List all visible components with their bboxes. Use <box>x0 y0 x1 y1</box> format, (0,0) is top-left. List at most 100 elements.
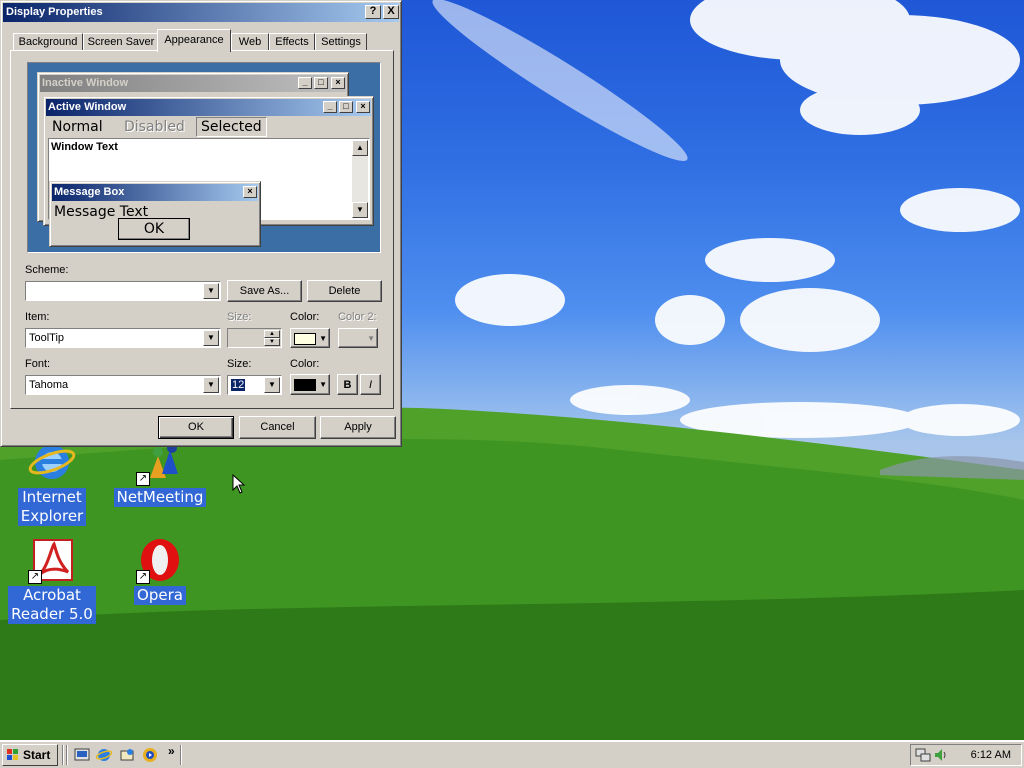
font-size-label: Size: <box>227 358 252 370</box>
font-size-dropdown[interactable]: 12 ▼ <box>227 375 282 395</box>
italic-button[interactable]: I <box>360 374 381 395</box>
font-color-label: Color: <box>290 358 320 370</box>
start-label: Start <box>23 748 51 762</box>
start-button[interactable]: Start <box>2 744 58 766</box>
appearance-preview[interactable]: Inactive Window _ □ × Active Window _ □ … <box>27 62 381 253</box>
preview-active-title: Active Window _ □ × <box>46 99 371 116</box>
dropdown-arrow-icon: ▼ <box>319 334 327 343</box>
item-color-swatch <box>294 333 316 345</box>
preview-inactive-title-text: Inactive Window <box>42 77 129 89</box>
window-title: Display Properties <box>6 6 103 18</box>
preview-message-title-text: Message Box <box>54 186 125 198</box>
font-value: Tahoma <box>29 379 69 391</box>
dropdown-arrow-icon: ▼ <box>264 377 280 393</box>
preview-message-box: Message Box × Message Text OK <box>49 181 261 247</box>
display-properties-window: Display Properties ? X Background Screen… <box>0 0 402 447</box>
desktop-icon-acrobat-reader[interactable]: ↗ Acrobat Reader 5.0 <box>4 536 100 624</box>
shortcut-arrow-icon: ↗ <box>28 570 42 584</box>
desktop-icon-label: Acrobat Reader 5.0 <box>8 586 96 624</box>
desktop-icon-opera[interactable]: ↗ Opera <box>112 536 208 605</box>
tab-background[interactable]: Background <box>13 33 83 51</box>
preview-ok-button: OK <box>118 218 190 240</box>
dropdown-arrow-icon: ▼ <box>319 380 327 389</box>
save-as-button[interactable]: Save As... <box>227 280 302 302</box>
volume-icon[interactable] <box>933 747 949 763</box>
tab-appearance[interactable]: Appearance <box>157 29 231 52</box>
show-desktop-icon[interactable] <box>74 747 90 763</box>
preview-menu-selected: Selected <box>196 117 267 137</box>
minimize-icon: _ <box>323 101 337 113</box>
acrobat-reader-icon: ↗ <box>28 536 76 584</box>
dropdown-arrow-icon: ▼ <box>203 283 219 299</box>
font-color-button[interactable]: ▼ <box>290 374 330 395</box>
scheme-dropdown[interactable]: ▼ <box>25 281 221 301</box>
item-value: ToolTip <box>29 332 65 344</box>
minimize-icon: _ <box>298 77 312 89</box>
item-color-button[interactable]: ▼ <box>290 328 330 348</box>
scroll-up-icon: ▲ <box>352 140 368 156</box>
help-button[interactable]: ? <box>365 5 381 19</box>
font-label: Font: <box>25 358 51 370</box>
bold-button[interactable]: B <box>337 374 358 395</box>
font-dropdown[interactable]: Tahoma ▼ <box>25 375 221 395</box>
cancel-button[interactable]: Cancel <box>239 416 316 439</box>
desktop-icon-label: NetMeeting <box>113 488 207 507</box>
close-icon: × <box>356 101 370 113</box>
preview-inactive-title: Inactive Window _ □ × <box>40 75 346 92</box>
media-player-icon[interactable] <box>142 747 158 763</box>
preview-menu-disabled: Disabled <box>124 119 185 135</box>
close-icon: × <box>243 186 257 198</box>
delete-button[interactable]: Delete <box>307 280 382 302</box>
item-dropdown[interactable]: ToolTip ▼ <box>25 328 221 348</box>
tab-screen-saver[interactable]: Screen Saver <box>83 33 159 51</box>
spin-down-icon: ▼ <box>264 338 280 346</box>
font-color-swatch <box>294 379 316 391</box>
desktop-icon-label: Opera <box>134 586 186 605</box>
taskbar-separator <box>62 745 64 765</box>
scheme-label: Scheme: <box>25 264 69 276</box>
shortcut-arrow-icon: ↗ <box>136 472 150 486</box>
maximize-icon: □ <box>339 101 353 113</box>
mouse-pointer-icon <box>232 474 246 494</box>
windows-logo-icon <box>7 749 18 760</box>
font-size-value: 12 <box>231 379 246 391</box>
item-color2-label: Color 2: <box>338 311 377 323</box>
desktop-icon-label: Internet Explorer <box>17 488 87 526</box>
appearance-panel: Inactive Window _ □ × Active Window _ □ … <box>10 50 394 409</box>
window-titlebar[interactable]: Display Properties ? X <box>3 3 399 22</box>
scroll-down-icon: ▼ <box>352 202 368 218</box>
tab-effects[interactable]: Effects <box>269 33 315 51</box>
outlook-express-icon[interactable] <box>119 747 135 763</box>
apply-button[interactable]: Apply <box>320 416 396 439</box>
taskbar-separator <box>66 745 68 765</box>
tab-web[interactable]: Web <box>231 33 269 51</box>
taskbar-separator <box>180 745 182 765</box>
spin-up-icon: ▲ <box>264 330 280 338</box>
opera-icon: ↗ <box>136 536 184 584</box>
item-size-label: Size: <box>227 311 252 323</box>
close-button[interactable]: X <box>383 5 399 19</box>
close-icon: × <box>331 77 345 89</box>
dropdown-arrow-icon: ▼ <box>203 330 219 346</box>
item-color2-button[interactable]: ▼ <box>338 328 378 348</box>
preview-menu-normal: Normal <box>52 119 103 135</box>
network-icon[interactable] <box>915 747 931 763</box>
preview-message-title: Message Box × <box>52 184 258 201</box>
taskbar: Start » 6:12 AM <box>0 740 1024 768</box>
clock[interactable]: 6:12 AM <box>971 749 1011 761</box>
preview-window-text: Window Text <box>51 141 118 153</box>
preview-active-title-text: Active Window <box>48 101 127 113</box>
item-size-spinner[interactable]: ▲ ▼ <box>227 328 282 348</box>
desktop-icon-netmeeting[interactable]: ↗ NetMeeting <box>112 438 208 507</box>
dropdown-arrow-icon: ▼ <box>367 334 375 343</box>
ok-button[interactable]: OK <box>158 416 234 439</box>
quick-launch-chevron-icon[interactable]: » <box>168 744 175 758</box>
tab-settings[interactable]: Settings <box>315 33 367 51</box>
maximize-icon: □ <box>314 77 328 89</box>
preview-scrollbar: ▲ ▼ <box>352 140 368 218</box>
item-color-label: Color: <box>290 311 320 323</box>
item-label: Item: <box>25 311 50 323</box>
system-tray: 6:12 AM <box>910 744 1022 766</box>
internet-explorer-icon[interactable] <box>96 747 112 763</box>
desktop-icon-internet-explorer[interactable]: Internet Explorer <box>4 438 100 526</box>
